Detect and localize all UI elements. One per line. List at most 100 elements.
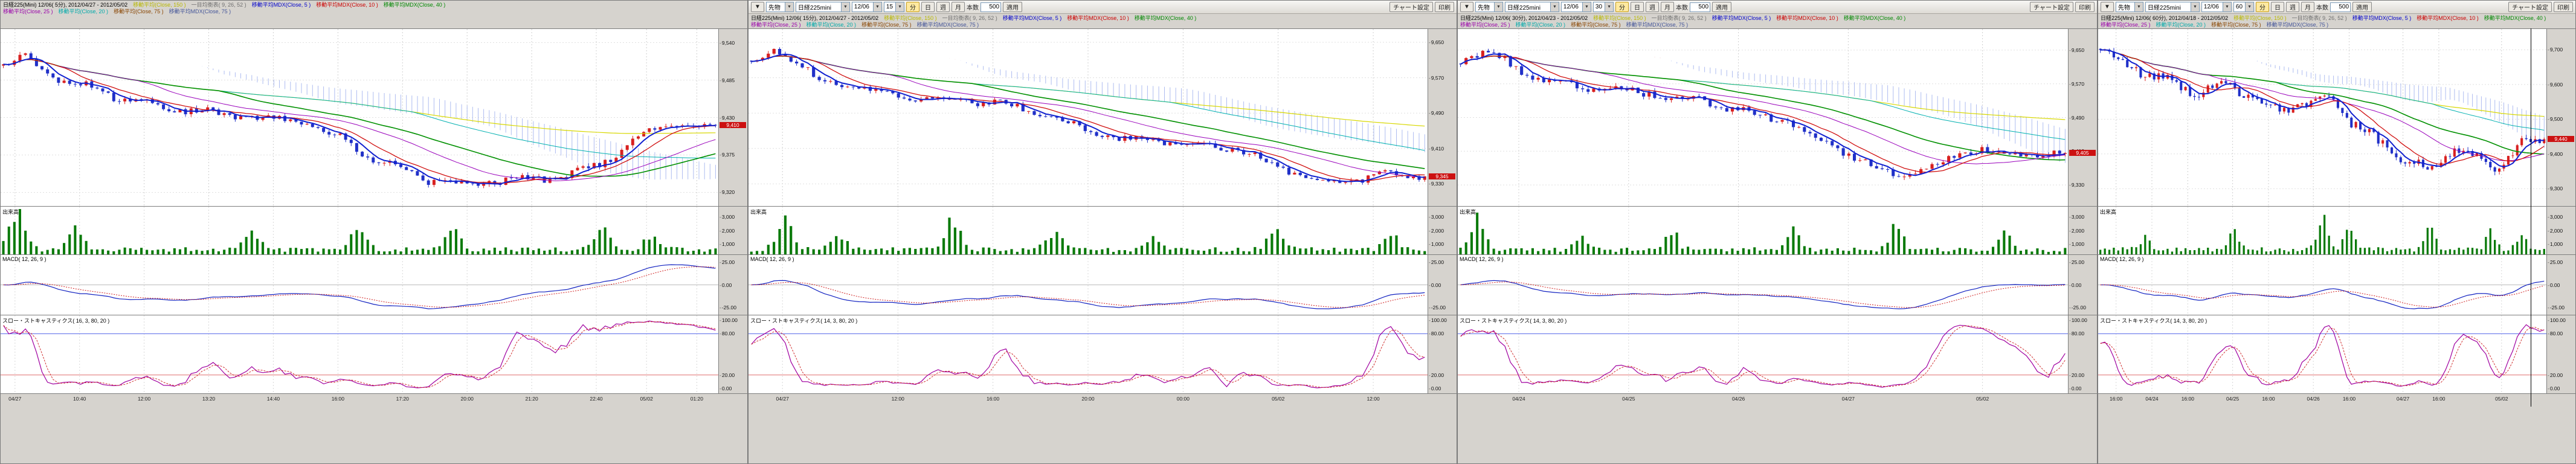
stochastics-axis-label: 100.00 — [1429, 317, 1447, 323]
bars-count-input[interactable] — [980, 2, 1001, 12]
chart-header-line1: 日経225(Mini) 12/06( 15分), 2012/04/27 - 20… — [751, 15, 1455, 22]
stochastics-axis-label: 80.00 — [1429, 330, 1444, 337]
period-button[interactable]: 週 — [936, 2, 950, 12]
bars-count-input[interactable] — [2330, 2, 2351, 12]
print-button[interactable]: 印刷 — [2554, 2, 2573, 12]
stochastics-plot[interactable] — [1, 315, 718, 393]
period-button[interactable]: 分 — [906, 2, 919, 12]
volume-plot[interactable] — [2098, 207, 2546, 254]
indicator-label: 移動平均MDX(Close, 75 ) — [169, 8, 231, 14]
panel-header: 日経225(Mini) 12/06( 5分), 2012/04/27 - 201… — [1, 1, 747, 28]
period-button[interactable]: 月 — [2301, 2, 2314, 12]
apply-button[interactable]: 適用 — [2352, 2, 2372, 12]
macd-section-label: MACD( 12, 26, 9 ) — [750, 256, 794, 262]
period-button[interactable]: 分 — [1615, 2, 1629, 12]
stochastics-axis-label: 0.00 — [720, 385, 732, 392]
chart-settings-button[interactable]: チャート設定 — [1389, 2, 1433, 12]
macd-axis: 25.000.00-25.00 — [2546, 255, 2575, 315]
price-chart-plot[interactable] — [2098, 29, 2546, 206]
chart-title: 日経225(Mini) 12/06( 60分), 2012/04/18 - 20… — [2101, 15, 2228, 21]
period-button[interactable]: 日 — [921, 2, 935, 12]
indicator-label: 移動平均MDX(Close, 75 ) — [917, 22, 979, 28]
symbol-select[interactable]: 日経225mini▼ — [2145, 2, 2200, 12]
period-button[interactable]: 月 — [1661, 2, 1674, 12]
bars-count-input[interactable] — [1690, 2, 1710, 12]
stochastics-axis-label: 0.00 — [1429, 385, 1441, 392]
price-chart-plot[interactable] — [749, 29, 1428, 206]
volume-axis: 3,0002,0001,000 — [2068, 207, 2097, 254]
macd-plot[interactable] — [2098, 255, 2546, 315]
time-axis: 16:0004/2416:0004/2516:0004/2616:0004/27… — [2098, 393, 2575, 407]
macd-plot[interactable] — [1458, 255, 2068, 315]
period-button[interactable]: 月 — [952, 2, 965, 12]
time-axis-label: 04/26 — [1732, 396, 1745, 402]
indicator-label: 移動平均MDX(Close, 40 ) — [384, 2, 446, 8]
timeframe-select[interactable]: 15▼ — [884, 2, 904, 12]
indicator-label: 移動平均(Close, 150 ) — [2233, 15, 2287, 21]
chevron-down-icon: ▼ — [2223, 2, 2231, 11]
stochastics-section: 100.0080.0020.000.00スロー・ストキャスティクス( 14, 3… — [1458, 315, 2097, 393]
stochastics-axis-label: 0.00 — [2548, 385, 2560, 392]
period-button[interactable]: 週 — [2286, 2, 2299, 12]
chart-settings-button[interactable]: チャート設定 — [2030, 2, 2073, 12]
price-chart-plot[interactable] — [1458, 29, 2068, 206]
period-button[interactable]: 日 — [1631, 2, 1644, 12]
contract-month-select[interactable]: 12/06▼ — [2201, 2, 2232, 12]
price-axis-label: 9,490 — [1429, 110, 1444, 116]
time-axis-label: 16:00 — [2432, 396, 2445, 402]
symbol-select[interactable]: 日経225mini ▼ — [1505, 2, 1559, 12]
period-button[interactable]: 週 — [1646, 2, 1659, 12]
macd-axis: 25.000.00-25.00 — [2068, 255, 2097, 315]
apply-button[interactable]: 適用 — [1003, 2, 1022, 12]
menu-button[interactable]: ▼ — [1460, 2, 1473, 12]
macd-plot[interactable] — [749, 255, 1428, 315]
indicator-label: 移動平均(Close, 75 ) — [861, 22, 912, 28]
menu-button[interactable]: ▼ — [2101, 2, 2114, 12]
macd-axis-label: 25.00 — [1429, 259, 1444, 265]
contract-month-select[interactable]: 12/06▼ — [1561, 2, 1591, 12]
chevron-down-icon: ▼ — [1550, 2, 1559, 11]
stochastics-plot[interactable] — [1458, 315, 2068, 393]
combo-value: 日経225mini — [798, 2, 832, 11]
price-axis-label: 9,485 — [720, 77, 735, 83]
period-button[interactable]: 日 — [2271, 2, 2284, 12]
price-axis-label: 9,540 — [720, 40, 735, 46]
time-axis-label: 04/27 — [8, 396, 21, 402]
indicator-label: 移動平均(Close, 20 ) — [807, 22, 857, 28]
stochastics-plot[interactable] — [2098, 315, 2546, 393]
volume-axis-label: 3,000 — [1429, 214, 1444, 220]
volume-plot[interactable] — [749, 207, 1428, 254]
price-chart-plot[interactable] — [1, 29, 718, 206]
combo-value: 日経225mini — [1507, 2, 1542, 11]
time-axis-label: 04/27 — [1842, 396, 1855, 402]
print-button[interactable]: 印刷 — [2075, 2, 2095, 12]
panel-header: ▼先物▼日経225mini▼12/06▼15▼分日週月本数適用チャート設定印刷日… — [749, 1, 1457, 28]
chevron-down-icon: ▼ — [2191, 2, 2199, 11]
menu-button[interactable]: ▼ — [751, 2, 764, 12]
volume-section-label: 出来高 — [750, 208, 767, 216]
instrument-type-select[interactable]: 先物▼ — [766, 2, 794, 12]
stochastics-axis-label: 20.00 — [2548, 372, 2563, 378]
chart-header-line2: 移動平均(Close, 25 )移動平均(Close, 20 )移動平均(Clo… — [751, 22, 1455, 28]
contract-month-select[interactable]: 12/06▼ — [852, 2, 882, 12]
volume-plot[interactable] — [1458, 207, 2068, 254]
chart-settings-button[interactable]: チャート設定 — [2508, 2, 2552, 12]
macd-plot[interactable] — [1, 255, 718, 315]
timeframe-select[interactable]: 60▼ — [2233, 2, 2254, 12]
combo-value: 先物 — [2118, 2, 2131, 11]
macd-axis-label: -25.00 — [720, 304, 736, 311]
time-axis-label: 04/27 — [2397, 396, 2409, 402]
stochastics-axis: 100.0080.0020.000.00 — [2068, 315, 2097, 393]
volume-section: 3,0002,0001,000出来高 — [2098, 206, 2575, 254]
period-button[interactable]: 分 — [2256, 2, 2269, 12]
stochastics-plot[interactable] — [749, 315, 1428, 393]
instrument-type-select[interactable]: 先物▼ — [2116, 2, 2143, 12]
chevron-down-icon: ▼ — [1605, 2, 1613, 11]
volume-plot[interactable] — [1, 207, 718, 254]
instrument-type-select[interactable]: 先物▼ — [1475, 2, 1503, 12]
print-button[interactable]: 印刷 — [1435, 2, 1454, 12]
symbol-select[interactable]: 日経225mini▼ — [796, 2, 850, 12]
stochastics-axis-label: 0.00 — [2069, 385, 2081, 392]
timeframe-select[interactable]: 30▼ — [1593, 2, 1614, 12]
apply-button[interactable]: 適用 — [1712, 2, 1731, 12]
